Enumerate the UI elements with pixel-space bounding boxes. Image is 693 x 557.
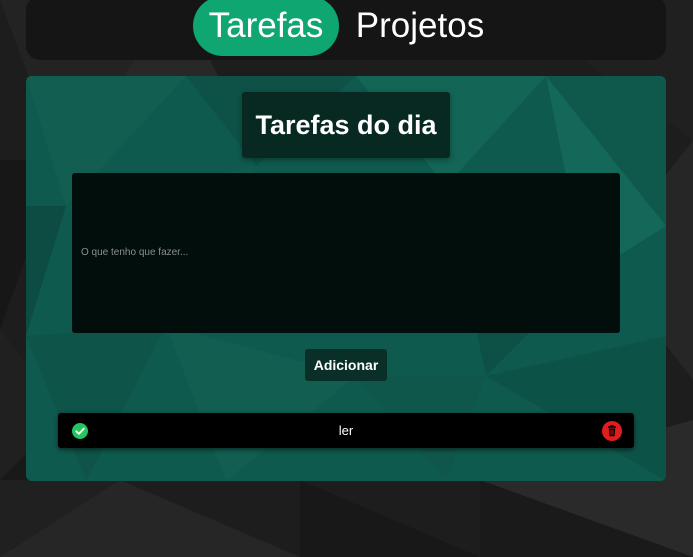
task-input[interactable] [72, 173, 620, 333]
tab-tarefas[interactable]: Tarefas [193, 0, 339, 56]
tab-projetos[interactable]: Projetos [346, 0, 494, 56]
page-title-box: Tarefas do dia [242, 92, 450, 158]
page-title: Tarefas do dia [255, 109, 437, 140]
task-text: ler [338, 423, 354, 438]
tasks-card: Tarefas do dia Adicionar ler [26, 76, 666, 481]
task-item: ler [58, 413, 634, 448]
add-task-button[interactable]: Adicionar [305, 349, 387, 381]
trash-icon[interactable] [602, 421, 622, 441]
check-circle-icon[interactable] [72, 423, 88, 439]
top-navigation: Tarefas Projetos [26, 0, 666, 60]
